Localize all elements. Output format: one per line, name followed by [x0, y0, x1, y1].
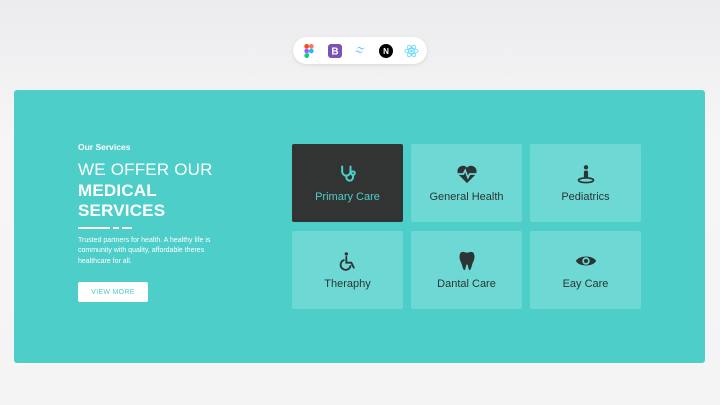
service-card-label: Pediatrics: [561, 191, 610, 203]
tooth-icon: [456, 250, 478, 272]
service-card-eay-care[interactable]: Eay Care: [530, 231, 641, 309]
section-kicker: Our Services: [78, 142, 131, 152]
service-card-general-health[interactable]: General Health: [411, 144, 522, 222]
bootstrap-glyph: B: [331, 46, 338, 57]
child-icon: [575, 163, 597, 185]
service-card-label: Eay Care: [562, 278, 609, 290]
service-card-label: Theraphy: [324, 278, 371, 290]
stethoscope-icon: [337, 163, 359, 185]
services-intro: Our Services WE OFFER OUR MEDICAL SERVIC…: [78, 142, 248, 302]
bootstrap-icon[interactable]: B: [327, 43, 343, 59]
service-card-label: Primary Care: [315, 191, 380, 203]
service-card-dantal-care[interactable]: Dantal Care: [411, 231, 522, 309]
view-more-button[interactable]: VIEW MORE: [78, 282, 148, 302]
heading-line-2: MEDICAL SERVICES: [78, 181, 166, 220]
service-card-theraphy[interactable]: Theraphy: [292, 231, 403, 309]
nextjs-glyph: N: [383, 47, 389, 56]
tech-toolbar: B N: [293, 37, 427, 64]
service-card-label: Dantal Care: [437, 278, 496, 290]
figma-icon[interactable]: [301, 43, 317, 59]
heading-line-1: WE OFFER OUR: [78, 160, 213, 179]
nextjs-icon[interactable]: N: [378, 43, 394, 59]
tailwind-icon[interactable]: [352, 43, 368, 59]
services-description: Trusted partners for health. A healthy l…: [78, 236, 211, 265]
services-panel: Our Services WE OFFER OUR MEDICAL SERVIC…: [14, 90, 705, 363]
service-card-primary-care[interactable]: Primary Care: [292, 144, 403, 222]
react-icon[interactable]: [403, 43, 419, 59]
heart-pulse-icon: [456, 163, 478, 185]
service-card-label: General Health: [429, 191, 504, 203]
eye-icon: [575, 250, 597, 272]
wheelchair-icon: [337, 250, 359, 272]
service-card-pediatrics[interactable]: Pediatrics: [530, 144, 641, 222]
heading-underline: [78, 227, 248, 229]
